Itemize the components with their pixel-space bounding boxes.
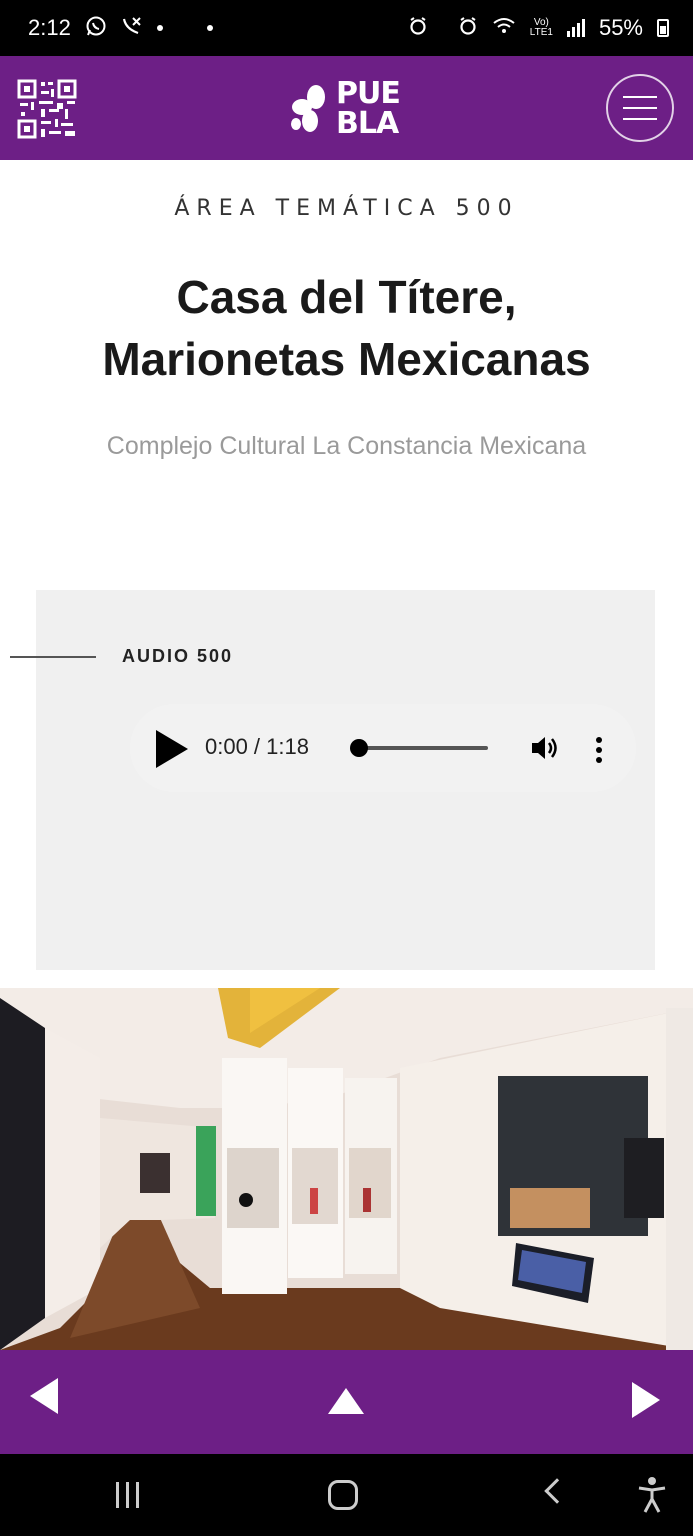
volume-icon[interactable]: [530, 734, 560, 762]
up-arrow-icon[interactable]: [328, 1388, 364, 1414]
status-bar-left: 2:12: [28, 15, 213, 41]
audio-progress-knob[interactable]: [350, 739, 368, 757]
android-navigation-bar: [0, 1454, 693, 1536]
battery-percent: 55%: [598, 15, 643, 40]
battery-icon: [657, 19, 669, 37]
audio-player: 0:00 / 1:18: [130, 704, 636, 792]
hamburger-icon-bar: [623, 107, 657, 109]
bottom-navigation: [0, 1350, 693, 1454]
status-time: 2:12: [28, 15, 71, 40]
notification-dot-icon: [156, 25, 163, 31]
lte-icon: Vo) LTE1: [529, 17, 553, 38]
audio-time: 0:00 / 1:18: [205, 734, 309, 759]
logo-line-2: BLA: [336, 106, 399, 141]
next-arrow-icon[interactable]: [632, 1382, 660, 1418]
alarm-icon: [458, 16, 478, 40]
thematic-area-label: ÁREA TEMÁTICA 500: [174, 196, 519, 221]
signal-icon: [566, 19, 585, 37]
qr-code-icon[interactable]: [17, 79, 77, 139]
app-header: PUE BLA: [0, 56, 693, 160]
puebla-logo[interactable]: PUE BLA: [288, 74, 408, 144]
title-line-1: Casa del Títere,: [176, 271, 517, 323]
prev-arrow-icon[interactable]: [30, 1378, 58, 1414]
home-icon[interactable]: [328, 1480, 358, 1510]
notification-dot-icon: [206, 25, 213, 31]
page-subtitle: Complejo Cultural La Constancia Mexicana: [106, 432, 587, 460]
more-options-icon[interactable]: [596, 737, 602, 763]
wifi-icon: [492, 16, 516, 40]
status-bar-right: Vo) LTE1 55%: [408, 15, 669, 41]
page-title: Casa del Títere, Marionetas Mexicanas: [0, 266, 693, 390]
recent-apps-icon[interactable]: [116, 1482, 139, 1508]
hamburger-icon-bar: [623, 118, 657, 120]
audio-progress-track[interactable]: [354, 746, 488, 750]
screen: 2:12 Vo) LTE1 55% PUE BLA ÁREA TEMÁTICA …: [0, 0, 693, 1536]
logo-line-1: PUE: [336, 76, 401, 111]
play-icon[interactable]: [156, 730, 188, 768]
missed-call-icon: [121, 15, 143, 41]
audio-label: AUDIO 500: [122, 646, 234, 666]
title-line-2: Marionetas Mexicanas: [102, 333, 591, 385]
logo-text: PUE BLA: [336, 76, 401, 141]
alarm-icon: [408, 16, 428, 40]
whatsapp-icon: [85, 15, 107, 41]
museum-hallway-photo: [0, 988, 693, 1350]
accessibility-icon[interactable]: [636, 1476, 668, 1514]
audio-label-divider: [10, 656, 96, 658]
hamburger-icon: [623, 96, 657, 98]
menu-button[interactable]: [606, 74, 674, 142]
logo-flower-icon: [291, 85, 325, 132]
status-bar: 2:12 Vo) LTE1 55%: [0, 0, 693, 56]
back-icon[interactable]: [544, 1478, 570, 1504]
